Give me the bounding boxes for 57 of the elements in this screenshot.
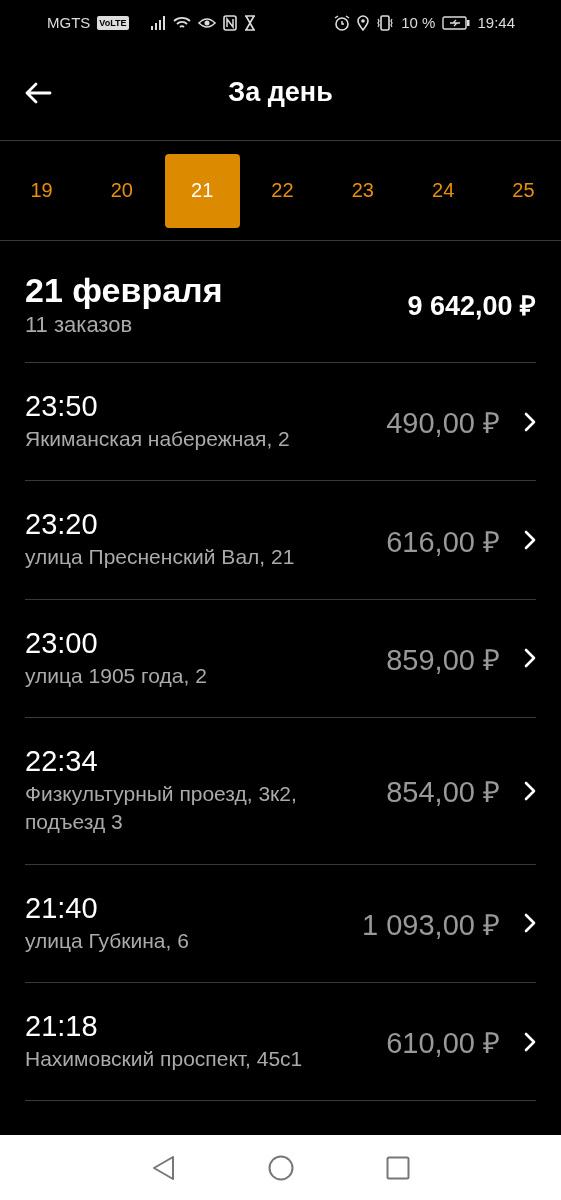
- order-time: 21:18: [25, 1010, 99, 1044]
- day-tab[interactable]: 19: [4, 153, 79, 228]
- day-tab[interactable]: 22: [245, 153, 320, 228]
- order-count: 11 заказов: [25, 312, 134, 338]
- order-time: 22:34: [25, 745, 99, 779]
- order-price: 859,00 ₽: [386, 642, 500, 678]
- chevron-icon: [524, 530, 536, 550]
- hourglass-icon: [243, 14, 256, 31]
- order-price: 610,00 ₽: [386, 1026, 500, 1062]
- order-row[interactable]: 23:50 Якиманская набережная, 2 490,00 ₽: [25, 363, 536, 482]
- battery-icon: [442, 15, 471, 30]
- home-nav-icon[interactable]: [267, 1154, 294, 1181]
- alarm-icon: [334, 14, 351, 31]
- order-row[interactable]: 23:20 улица Пресненский Вал, 21 616,00 ₽: [25, 481, 536, 600]
- screen-title: За день: [228, 77, 333, 108]
- order-time: 23:00: [25, 626, 99, 660]
- volte-badge: VoLTE: [97, 15, 129, 30]
- order-address: улица Пресненский Вал, 21: [25, 544, 296, 571]
- day-tab[interactable]: 24: [405, 153, 481, 228]
- order-time: 23:20: [25, 508, 99, 542]
- clock-time: 19:44: [477, 14, 515, 31]
- order-time: 23:50: [25, 390, 99, 423]
- order-address: улица Губкина, 6: [25, 927, 190, 954]
- order-price: 854,00 ₽: [386, 775, 500, 811]
- chevron-icon: [524, 1031, 536, 1052]
- day-tab[interactable]: 25: [485, 153, 561, 228]
- chevron-icon: [524, 648, 536, 669]
- order-row[interactable]: 21:40 улица Губкина, 6 1 093,00 ₽: [25, 864, 536, 984]
- order-address: Нахимовский проспект, 45с1: [25, 1046, 304, 1073]
- nfc-icon: [222, 14, 237, 31]
- recents-nav-icon[interactable]: [385, 1155, 410, 1180]
- wifi-icon: [172, 15, 191, 30]
- signal-icon: [149, 15, 166, 30]
- total-amount: 9 642,00 ₽: [407, 290, 536, 323]
- order-price: 490,00 ₽: [386, 406, 500, 442]
- back-button[interactable]: [24, 80, 52, 105]
- location-icon: [357, 14, 370, 31]
- order-row[interactable]: 23:00 улица 1905 года, 2 859,00 ₽: [25, 599, 536, 719]
- chevron-icon: [524, 780, 536, 801]
- chevron-icon: [524, 411, 536, 432]
- order-time: 21:40: [25, 891, 99, 925]
- vibrate-icon: [376, 14, 395, 31]
- order-address: Физкультурный проезд, 3к2, подъезд 3: [25, 781, 298, 836]
- order-address: улица 1905 года, 2: [25, 662, 208, 689]
- day-tab[interactable]: 23: [325, 153, 401, 228]
- eye-icon: [197, 15, 216, 30]
- order-row[interactable]: 22:34 Физкультурный проезд, 3к2, подъезд 3 854,00 ₽: [25, 718, 536, 865]
- date-heading: 21 февраля: [25, 271, 223, 310]
- order-price: 1 093,00 ₽: [362, 907, 500, 943]
- day-tab[interactable]: 20: [84, 153, 160, 228]
- back-nav-icon[interactable]: [151, 1154, 176, 1181]
- order-price: 616,00 ₽: [386, 524, 500, 560]
- order-address: Якиманская набережная, 2: [25, 426, 291, 452]
- order-row[interactable]: 21:18 Нахимовский проспект, 45с1 610,00 ₽: [25, 983, 536, 1102]
- chevron-icon: [524, 913, 536, 934]
- battery-percent: 10 %: [401, 14, 436, 31]
- carrier-name: MGTS: [47, 14, 91, 31]
